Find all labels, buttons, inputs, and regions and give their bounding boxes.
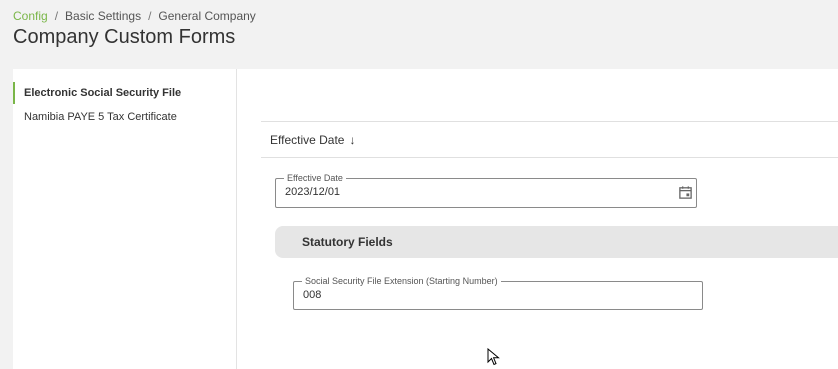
breadcrumb-separator: / bbox=[148, 9, 152, 23]
breadcrumb: Config / Basic Settings / General Company bbox=[13, 9, 256, 23]
social-security-extension-value: 008 bbox=[303, 289, 322, 301]
statutory-fields-section: Statutory Fields bbox=[275, 226, 838, 258]
effective-date-sort-header[interactable]: Effective Date ↓ bbox=[261, 122, 838, 158]
breadcrumb-general-company: General Company bbox=[158, 9, 256, 23]
effective-date-field[interactable]: Effective Date 2023/12/01 bbox=[275, 172, 697, 208]
breadcrumb-basic-settings[interactable]: Basic Settings bbox=[65, 9, 141, 23]
calendar-icon[interactable] bbox=[678, 185, 693, 200]
social-security-extension-label: Social Security File Extension (Starting… bbox=[302, 275, 501, 287]
page-title: Company Custom Forms bbox=[13, 26, 236, 48]
forms-sidebar: Electronic Social Security File Namibia … bbox=[13, 69, 237, 369]
effective-date-field-label: Effective Date bbox=[284, 172, 346, 184]
breadcrumb-separator: / bbox=[54, 9, 59, 23]
social-security-file-extension-field[interactable]: Social Security File Extension (Starting… bbox=[293, 275, 703, 310]
arrow-down-icon: ↓ bbox=[349, 133, 356, 147]
mouse-cursor-icon bbox=[487, 348, 500, 366]
sidebar-item-namibia-paye5-tax-certificate[interactable]: Namibia PAYE 5 Tax Certificate bbox=[13, 106, 235, 128]
forms-card: Electronic Social Security File Namibia … bbox=[13, 69, 838, 369]
effective-date-value: 2023/12/01 bbox=[285, 186, 341, 198]
breadcrumb-config-link[interactable]: Config bbox=[13, 9, 48, 23]
form-content: Effective Date ↓ Effective Date 2023/12/0… bbox=[237, 69, 838, 369]
effective-date-header-label: Effective Date bbox=[270, 133, 345, 147]
sidebar-item-electronic-social-security-file[interactable]: Electronic Social Security File bbox=[13, 82, 235, 104]
